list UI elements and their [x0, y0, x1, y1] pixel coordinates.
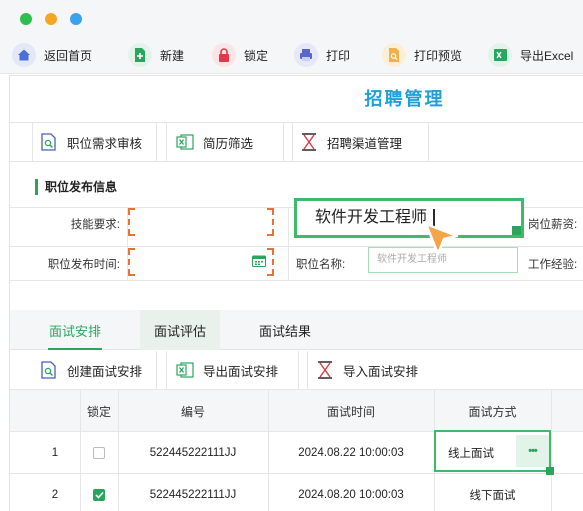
column-header-index [10, 390, 80, 432]
divider [288, 207, 289, 280]
create-interview-button[interactable]: 创建面试安排 [40, 351, 142, 389]
divider [10, 280, 583, 281]
divider [298, 351, 299, 389]
divider [166, 351, 167, 389]
lock-checkbox[interactable] [93, 447, 105, 459]
column-header-locked: 锁定 [80, 390, 118, 432]
divider [10, 75, 583, 76]
review-job-request-button[interactable]: 职位需求审核 [40, 123, 142, 161]
divider [292, 123, 293, 161]
experience-label: 工作经验: [528, 259, 578, 271]
section-title: 职位发布信息 [35, 179, 117, 195]
position-title-value: 软件开发工程师 [315, 209, 428, 226]
recruit-channel-label: 招聘渠道管理 [327, 136, 403, 151]
divider [283, 123, 284, 161]
print-preview-icon [382, 43, 406, 67]
row-index: 1 [51, 447, 59, 459]
check-icon [94, 491, 104, 499]
excel-icon [176, 132, 194, 152]
excel-icon [488, 43, 512, 67]
skill-requirement-label: 技能要求: [70, 219, 120, 231]
tab-interview-result[interactable]: 面试结果 [225, 310, 345, 350]
create-interview-label: 创建面试安排 [67, 364, 143, 379]
main-toolbar: 返回首页 新建 锁定 打印 打印预览 导出Excel [0, 36, 583, 74]
tab-interview-schedule[interactable]: 面试安排 [20, 310, 130, 350]
export-excel-label: 导出Excel [520, 48, 574, 63]
skill-requirement-input[interactable] [128, 208, 274, 236]
salary-label: 岗位薪资: [528, 219, 578, 231]
column-header-time: 面试时间 [268, 390, 434, 432]
home-button[interactable]: 返回首页 [12, 42, 92, 68]
hourglass-icon [300, 132, 318, 152]
divider [32, 123, 33, 161]
divider [10, 161, 583, 162]
print-label: 打印 [326, 48, 351, 63]
print-preview-button[interactable]: 打印预览 [382, 42, 462, 68]
content-frame: 招聘管理 职位需求审核 简历筛选 招聘渠道管理 职位发布信息 技能要求: 职位发… [9, 75, 583, 511]
column-header-mode: 面试方式 [434, 390, 551, 432]
home-label: 返回首页 [44, 48, 93, 63]
close-window-button[interactable] [20, 13, 32, 25]
position-title-input[interactable]: 软件开发工程师 [294, 198, 524, 238]
divider [307, 351, 308, 389]
column-header-extra [551, 390, 583, 432]
recruit-channel-button[interactable]: 招聘渠道管理 [300, 123, 402, 161]
document-search-icon [40, 132, 58, 152]
column-header-id: 编号 [118, 390, 268, 432]
minimize-window-button[interactable] [45, 13, 57, 25]
print-preview-label: 打印预览 [414, 48, 463, 63]
mode-cell-selected[interactable]: 线上面试 ••• [434, 430, 551, 472]
hourglass-icon [316, 360, 334, 380]
lock-icon [212, 43, 236, 67]
resume-screening-label: 简历筛选 [203, 136, 254, 151]
row-time: 2024.08.22 10:00:03 [298, 447, 404, 459]
review-job-request-label: 职位需求审核 [67, 136, 143, 151]
new-button[interactable]: 新建 [128, 42, 184, 68]
row-index: 2 [51, 489, 59, 501]
divider [156, 123, 157, 161]
lock-checkbox[interactable] [93, 489, 105, 501]
print-button[interactable]: 打印 [294, 42, 350, 68]
divider [166, 123, 167, 161]
divider [551, 390, 552, 511]
interview-tabs: 面试安排 面试评估 面试结果 [10, 310, 583, 350]
document-search-icon [40, 360, 58, 380]
row-time: 2024.08.20 10:00:03 [298, 489, 404, 501]
divider [428, 123, 429, 161]
lock-checkbox-cell [80, 432, 118, 474]
row-mode: 线上面试 [448, 448, 494, 460]
lock-button[interactable]: 锁定 [212, 42, 268, 68]
printer-icon [294, 43, 318, 67]
maximize-window-button[interactable] [70, 13, 82, 25]
lock-label: 锁定 [244, 48, 269, 63]
new-label: 新建 [160, 48, 185, 63]
export-excel-button[interactable]: 导出Excel [488, 42, 573, 68]
lock-checkbox-cell [80, 474, 118, 511]
export-interview-label: 导出面试安排 [203, 364, 279, 379]
tab-interview-evaluation[interactable]: 面试评估 [140, 310, 220, 350]
window-titlebar [0, 0, 583, 36]
export-interview-button[interactable]: 导出面试安排 [176, 351, 278, 389]
resume-screening-button[interactable]: 简历筛选 [176, 123, 253, 161]
pointer-cursor-icon [424, 222, 459, 256]
more-options-icon[interactable]: ••• [516, 435, 549, 467]
position-name-label: 职位名称: [296, 259, 346, 271]
new-file-icon [128, 43, 152, 67]
row-mode: 线下面试 [469, 490, 516, 502]
row-id: 522445222111JJ [149, 447, 237, 459]
excel-icon [176, 360, 194, 380]
home-icon [12, 43, 36, 67]
row-id: 522445222111JJ [149, 489, 237, 501]
resize-handle[interactable] [512, 226, 521, 235]
calendar-icon[interactable] [252, 255, 266, 267]
page-title: 招聘管理 [364, 89, 445, 109]
import-interview-button[interactable]: 导入面试安排 [316, 351, 418, 389]
publish-time-label: 职位发布时间: [47, 259, 120, 271]
publish-time-input[interactable] [128, 248, 274, 276]
divider [156, 351, 157, 389]
import-interview-label: 导入面试安排 [343, 364, 419, 379]
